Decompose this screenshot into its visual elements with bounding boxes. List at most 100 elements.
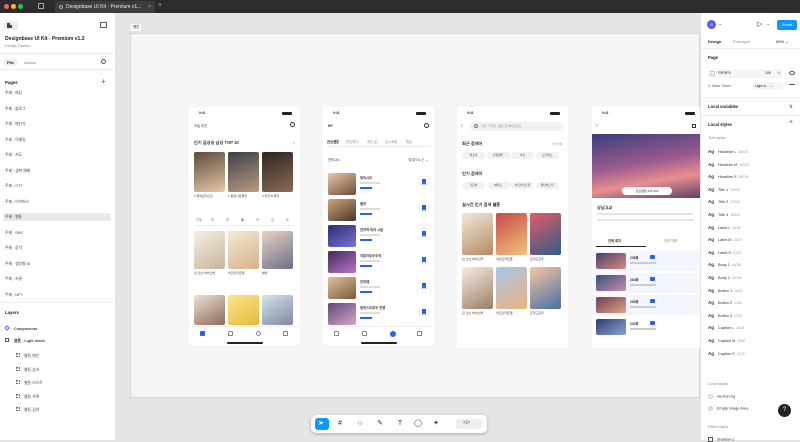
page-item[interactable]: 주제 : SNS: [5, 231, 23, 236]
phone-my[interactable]: 9:41 MY 관심웹툰 관심작가 최근 본 임시저장 댓글 전체 24 업데이트 순 …: [323, 107, 434, 345]
search-input[interactable]: 인물, 키워드, 웹툰 검색해보세요: [470, 122, 563, 131]
layer-item[interactable]: 웹툰-뷰어: [16, 366, 39, 373]
text-style-row[interactable]: Ag Headline M 32/123: [708, 162, 749, 167]
search-chip[interactable]: 4에4고: [486, 182, 510, 189]
delete-all-button[interactable]: 전체 삭제: [552, 142, 562, 146]
present-icon[interactable]: ▷: [757, 20, 762, 28]
realtime-thumb-3[interactable]: [530, 213, 561, 255]
more-icon[interactable]: [692, 124, 696, 128]
rank-thumb-3[interactable]: [262, 152, 293, 192]
more-tab-icon[interactable]: [283, 331, 288, 336]
search-chip[interactable]: 막지: [511, 152, 534, 159]
remove-icon[interactable]: [789, 84, 795, 85]
toggle-sidebar-icon[interactable]: [100, 22, 107, 28]
realtime-thumb-2[interactable]: [496, 213, 527, 255]
grid-thumb-2[interactable]: [228, 231, 259, 269]
day-tab[interactable]: 토: [286, 217, 289, 222]
text-style-row[interactable]: Ag Button 2 14/20: [708, 300, 742, 305]
tab-file[interactable]: File: [4, 59, 17, 66]
library-tab-icon[interactable]: [228, 331, 233, 336]
page-item[interactable]: 주제 : 생화 예매: [5, 169, 30, 174]
alias-dropdown[interactable]: Light m... ⌄: [753, 82, 783, 90]
layer-item[interactable]: 웹툰-검색: [16, 407, 39, 413]
bookmark-icon[interactable]: [422, 179, 426, 185]
episode-row[interactable]: 205화: [592, 251, 703, 271]
text-style-row[interactable]: Ag Caption M 14/20: [708, 338, 745, 343]
close-tab-icon[interactable]: ×: [148, 1, 151, 13]
page-item[interactable]: 주제 : OTT: [5, 184, 23, 189]
page-item[interactable]: 주제 : 생성형 AI: [5, 262, 30, 267]
help-button[interactable]: ?: [778, 404, 791, 417]
text-style-row[interactable]: Ag Button 3 12/20: [708, 313, 742, 318]
realtime-thumb-5[interactable]: [496, 267, 527, 309]
text-style-row[interactable]: Ag Body 2 14/180: [708, 275, 742, 280]
text-style-row[interactable]: Ag Headline L 36/129: [708, 149, 748, 154]
library-tab-icon[interactable]: [362, 331, 367, 336]
minimize-window-button[interactable]: [11, 4, 16, 9]
bookmark-icon[interactable]: [422, 309, 426, 315]
episode-row[interactable]: 203화: [592, 295, 703, 315]
add-page-icon[interactable]: +: [101, 77, 106, 86]
add-style-icon[interactable]: +: [789, 119, 793, 126]
canvas[interactable]: 웹툰 9:41 오늘 추천 인기 급상승 남성 TOP 10 › 1 빛의프리스…: [117, 13, 703, 440]
bookmark-icon[interactable]: [422, 283, 426, 289]
page-item[interactable]: 주제 : 지도: [5, 153, 22, 158]
grid-thumb-4[interactable]: [194, 295, 225, 325]
search-chip[interactable]: 빛프리: [462, 152, 485, 159]
list-item[interactable]: 빛의시트: [323, 173, 434, 197]
day-tab[interactable]: 수: [241, 217, 244, 222]
day-tab[interactable]: 목: [256, 217, 259, 222]
page-color-field[interactable]: F5F5F5 100 %: [708, 69, 782, 78]
tab-all-episodes[interactable]: 전체 회차: [608, 238, 621, 243]
page-item[interactable]: 주제 : 메신저: [5, 122, 26, 127]
search-chip[interactable]: 위타이오우: [535, 182, 559, 189]
phone-search[interactable]: 9:41 ‹ 인물, 키워드, 웹툰 검색해보세요 최근 검색어 전체 삭제 빛…: [457, 107, 568, 348]
layer-webtoon[interactable]: 웹툰 - Light mode: [5, 338, 45, 344]
rank-thumb-2[interactable]: [228, 152, 259, 192]
layer-item[interactable]: 웹툰-메인: [16, 353, 39, 359]
avatar[interactable]: S: [707, 20, 716, 29]
search-chip[interactable]: 가요리: [462, 182, 485, 189]
frame-tool-icon[interactable]: #: [335, 419, 345, 429]
realtime-thumb-1[interactable]: [462, 213, 493, 255]
frame-label[interactable]: 웹툰: [131, 24, 142, 31]
page-item[interactable]: 주제 : NFT: [5, 293, 23, 298]
list-item[interactable]: 별하: [323, 199, 434, 223]
page-item[interactable]: 주제 : 이커머스: [5, 200, 29, 205]
pen-tool-icon[interactable]: ✎: [375, 419, 385, 429]
search-icon[interactable]: [424, 123, 429, 128]
bookmark-icon[interactable]: [422, 205, 426, 211]
variables-icon[interactable]: ⇅: [789, 104, 793, 110]
day-tab[interactable]: 화: [226, 217, 229, 222]
page-item[interactable]: 주제 : 패딩: [5, 91, 22, 96]
text-style-row[interactable]: Ag Title 3 18/125: [708, 212, 740, 217]
page-item[interactable]: 주제 : 웹툰: [5, 215, 22, 220]
text-style-row[interactable]: Ag Label M 14/20: [708, 237, 742, 242]
text-style-row[interactable]: Ag Body 1 16/180: [708, 262, 742, 267]
favorite-chip[interactable]: 관심웹툰 245,304: [622, 187, 672, 195]
list-item[interactable]: 허분자로우주의: [323, 251, 434, 275]
move-tool-button[interactable]: ➤: [315, 418, 329, 430]
home-tab-icon[interactable]: [200, 331, 205, 336]
episode-row[interactable]: 202화: [592, 317, 703, 337]
text-style-row[interactable]: Ag Title 2 22/125: [708, 199, 740, 204]
my-tab[interactable]: 관심작가: [346, 139, 358, 144]
sort-dropdown[interactable]: 업데이트 순 ⌄: [408, 157, 428, 162]
grid-thumb-5[interactable]: [228, 295, 259, 325]
text-tool-icon[interactable]: T: [395, 419, 405, 429]
actions-tool-icon[interactable]: ✦: [431, 419, 441, 429]
phone-detail[interactable]: 9:41 ‹ 관심웹툰 245,304 상남고교 전체 회차 관련 작품 205…: [592, 107, 703, 348]
grid-thumb-1[interactable]: [194, 231, 225, 269]
page-item[interactable]: 주제 : 블로그: [5, 107, 26, 112]
p1-header[interactable]: 오늘 추천: [194, 123, 207, 128]
home-icon[interactable]: [38, 3, 44, 9]
main-menu-button[interactable]: [4, 21, 18, 30]
day-tab[interactable]: 금: [271, 217, 274, 222]
local-variables-title[interactable]: Local variables: [708, 104, 738, 109]
search-icon[interactable]: [101, 59, 106, 64]
list-item[interactable]: 빛하스트로우 전쟁: [323, 303, 434, 327]
eye-icon[interactable]: [789, 71, 795, 75]
text-style-row[interactable]: Ag Label L 16/24: [708, 225, 740, 230]
page-item[interactable]: 주제 : 음악: [5, 246, 22, 251]
my-tab[interactable]: 관심웹툰: [327, 139, 339, 144]
